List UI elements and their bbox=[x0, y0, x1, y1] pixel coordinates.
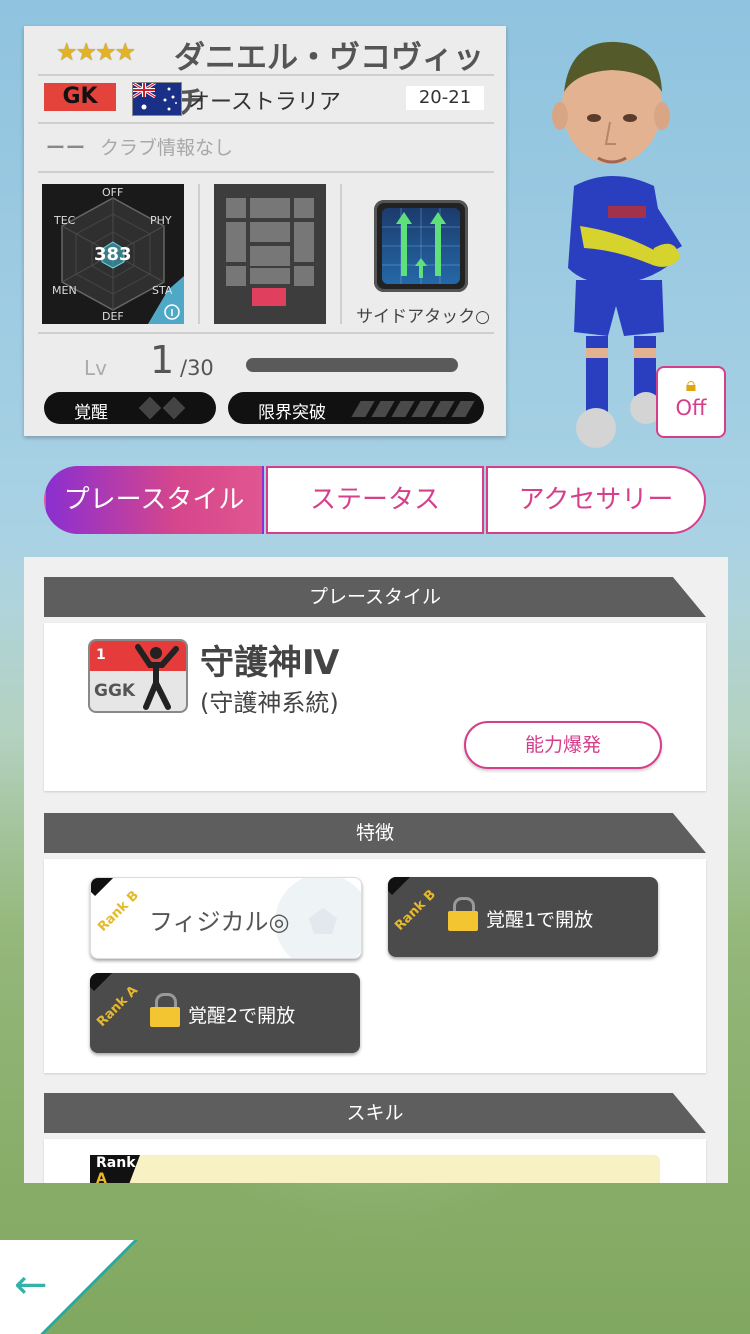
padlock-icon bbox=[150, 993, 180, 1027]
divider bbox=[38, 332, 494, 334]
stat-men-label: MEN bbox=[52, 284, 77, 297]
skills-box: Rank A bbox=[44, 1139, 706, 1183]
details-panel[interactable]: プレースタイル 1 GGK 守護神Ⅳ (守護神系統) 能力爆発 特徴 Rank … bbox=[24, 557, 728, 1183]
playstyle-section-header: プレースタイル bbox=[44, 577, 706, 617]
season-label: 20-21 bbox=[406, 86, 484, 110]
trait-card-locked[interactable]: Rank A 覚醒2で開放 bbox=[90, 973, 360, 1053]
stat-total: 383 bbox=[94, 244, 132, 265]
awakening-diamond-icon bbox=[162, 396, 186, 420]
level-progress-bar bbox=[246, 358, 458, 372]
stat-tec-label: TEC bbox=[54, 214, 76, 227]
rarity-stars: ★★★★ bbox=[56, 38, 136, 66]
australia-flag-icon bbox=[132, 82, 182, 116]
player-card: ★★★★ ダニエル・ヴコヴィッチ GK オーストラリア 20-21 ーー クラブ情… bbox=[24, 26, 506, 436]
level-max: /30 bbox=[180, 356, 214, 380]
divider bbox=[38, 74, 494, 76]
trait-card[interactable]: Rank B フィジカル◎ bbox=[90, 877, 362, 959]
club-dash: ーー bbox=[46, 137, 87, 159]
padlock-icon bbox=[448, 897, 478, 931]
limit-slot-icon bbox=[351, 401, 375, 417]
club-name: クラブ情報なし bbox=[100, 137, 234, 159]
divider bbox=[38, 122, 494, 124]
position-badge: GK bbox=[44, 83, 116, 111]
goalkeeper-position-marker bbox=[252, 288, 286, 306]
tab-playstyle[interactable]: プレースタイル bbox=[44, 466, 264, 534]
level-label: Lv bbox=[84, 356, 107, 380]
trait-rank: Rank B bbox=[392, 887, 439, 934]
ability-burst-button[interactable]: 能力爆発 bbox=[464, 721, 662, 769]
skills-section-header: スキル bbox=[44, 1093, 706, 1133]
tab-accessory[interactable]: アクセサリー bbox=[486, 466, 706, 534]
skill-rank-text: Rank bbox=[96, 1155, 136, 1171]
playstyle-box: 1 GGK 守護神Ⅳ (守護神系統) 能力爆発 bbox=[44, 623, 706, 791]
lock-toggle-button[interactable]: 🔒︎ Off bbox=[656, 366, 726, 438]
traits-section-header: 特徴 bbox=[44, 813, 706, 853]
divider bbox=[340, 184, 342, 324]
limit-slot-icon bbox=[431, 401, 455, 417]
trait-card-locked[interactable]: Rank B 覚醒1で開放 bbox=[388, 877, 658, 957]
limit-break-label: 限界突破 bbox=[258, 403, 326, 423]
formation-position-map bbox=[214, 184, 326, 324]
awakening-indicator: 覚醒 bbox=[44, 392, 216, 424]
divider bbox=[38, 171, 494, 173]
level-value: 1 bbox=[150, 338, 175, 382]
stat-sta-label: STA bbox=[152, 284, 173, 297]
stat-off-label: OFF bbox=[102, 186, 124, 199]
playstyle-lineage: (守護神系統) bbox=[200, 689, 339, 717]
info-icon[interactable] bbox=[162, 302, 180, 320]
trait-unlock-condition: 覚醒2で開放 bbox=[188, 1005, 296, 1027]
divider bbox=[198, 184, 200, 324]
club-info: ーー クラブ情報なし bbox=[46, 133, 233, 160]
side-attack-skill-icon[interactable] bbox=[374, 200, 468, 292]
limit-slot-icon bbox=[451, 401, 475, 417]
skill-rank-letter: A bbox=[96, 1171, 107, 1183]
lock-toggle-label: Off bbox=[675, 396, 707, 420]
limit-slot-icon bbox=[371, 401, 395, 417]
tab-status[interactable]: ステータス bbox=[266, 466, 484, 534]
country-name: オーストラリア bbox=[188, 90, 341, 115]
awakening-label: 覚醒 bbox=[74, 403, 108, 423]
skill-row[interactable]: Rank A bbox=[90, 1155, 660, 1183]
stat-def-label: DEF bbox=[102, 310, 124, 323]
playstyle-goalkeeper-icon: 1 GGK bbox=[88, 639, 188, 713]
traits-box: Rank B フィジカル◎ Rank B 覚醒1で開放 Rank A 覚醒2で開… bbox=[44, 859, 706, 1073]
trait-rank: Rank B bbox=[95, 888, 142, 935]
limit-slot-icon bbox=[391, 401, 415, 417]
trait-label: フィジカル◎ bbox=[149, 908, 290, 936]
back-arrow-icon: ← bbox=[14, 1262, 48, 1308]
trait-unlock-condition: 覚醒1で開放 bbox=[486, 909, 594, 931]
limit-break-indicator: 限界突破 bbox=[228, 392, 484, 424]
lock-icon: 🔒︎ bbox=[685, 372, 697, 396]
limit-slot-icon bbox=[411, 401, 435, 417]
awakening-diamond-icon bbox=[138, 396, 162, 420]
stat-phy-label: PHY bbox=[150, 214, 172, 227]
playstyle-name: 守護神Ⅳ bbox=[200, 643, 340, 683]
stats-hexagon-panel[interactable]: OFF PHY STA DEF MEN TEC 383 bbox=[42, 184, 184, 324]
trait-rank: Rank A bbox=[94, 983, 142, 1030]
skill-caption: サイドアタック○ bbox=[356, 307, 490, 327]
skill-rank-badge: Rank A bbox=[90, 1155, 140, 1183]
